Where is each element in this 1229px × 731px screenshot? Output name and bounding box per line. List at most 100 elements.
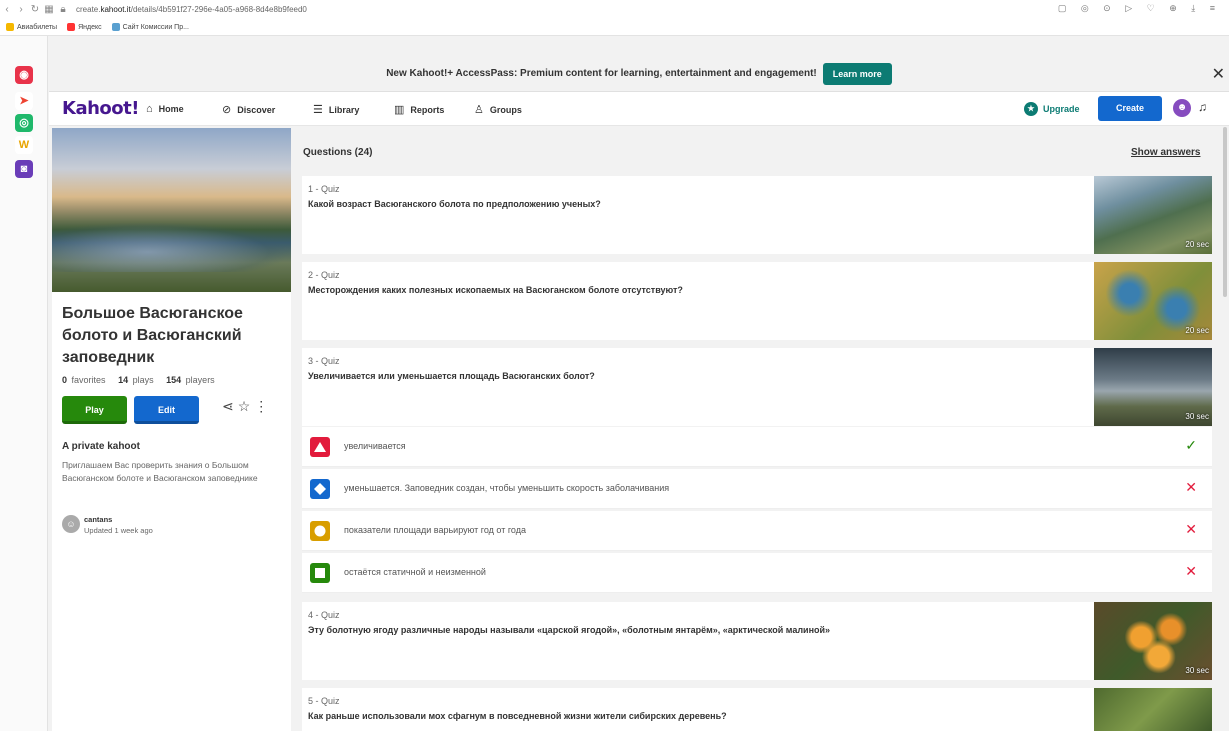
time-limit: 30 sec: [1185, 412, 1209, 421]
user-avatar[interactable]: ☻: [1173, 99, 1191, 117]
close-icon[interactable]: ✕: [1212, 64, 1225, 84]
triangle-icon: [310, 437, 330, 457]
browser-toolbar-icons[interactable]: ▢ ◎ ⊙ ▷ ♡ ⊕ ⤓ ≡: [1058, 3, 1221, 14]
bookmark-label: Яндекс: [78, 23, 102, 31]
bookmark-label: Авиабилеты: [17, 23, 58, 31]
answer-option: увеличивается ✓: [302, 427, 1212, 467]
chart-icon: ▥: [394, 104, 405, 116]
questions-header: Questions (24): [303, 147, 373, 158]
app-icon-2[interactable]: ➤: [15, 92, 33, 110]
bookmarks-bar: Авиабилеты Яндекс Сайт Комиссии Пр...: [6, 20, 189, 34]
circle-icon: [310, 521, 330, 541]
url-prefix: create.: [76, 4, 101, 14]
nav-library[interactable]: ☰ Library: [313, 103, 359, 116]
question-type: 1 - Quiz: [308, 184, 340, 194]
nav-label: Reports: [410, 104, 445, 115]
kahoot-info-panel: Большое Васюганское болото и Васюганский…: [52, 128, 291, 731]
back-icon[interactable]: ‹: [0, 4, 14, 15]
question-card[interactable]: 3 - Quiz Увеличивается или уменьшается п…: [302, 348, 1212, 426]
kahoot-title: Большое Васюганское болото и Васюганский…: [62, 305, 243, 366]
creator-name[interactable]: cantans: [84, 515, 112, 524]
list-icon: ☰: [313, 104, 323, 116]
question-type: 2 - Quiz: [308, 270, 340, 280]
visibility-label: A private kahoot: [62, 441, 140, 452]
question-text: Эту болотную ягоду различные народы назы…: [308, 625, 831, 635]
question-type: 4 - Quiz: [308, 610, 340, 620]
share-icon[interactable]: ⋖: [222, 398, 238, 414]
question-card[interactable]: 5 - Quiz Как раньше использовали мох сфа…: [302, 688, 1212, 731]
app-icon-3[interactable]: ◎: [15, 114, 33, 132]
kahoot-description: Приглашаем Вас проверить знания о Большо…: [62, 460, 258, 483]
nav-groups[interactable]: ♙ Groups: [474, 103, 522, 116]
promo-banner: New Kahoot!+ AccessPass: Premium content…: [49, 56, 1229, 92]
wrong-cross-icon: ✕: [1185, 521, 1197, 537]
square-icon: [310, 563, 330, 583]
url-domain: kahoot.it: [100, 4, 131, 14]
nav-reports[interactable]: ▥ Reports: [394, 103, 444, 116]
bookmark-yandex[interactable]: Яндекс: [67, 23, 102, 31]
kahoot-logo[interactable]: Kahoot!: [62, 98, 139, 119]
time-limit: 30 sec: [1185, 666, 1209, 675]
question-card[interactable]: 2 - Quiz Месторождения каких полезных ис…: [302, 262, 1212, 340]
bell-icon[interactable]: ♫: [1198, 100, 1207, 114]
nav-discover[interactable]: ⊘ Discover: [222, 103, 275, 116]
answer-option: уменьшается. Заповедник создан, чтобы ум…: [302, 469, 1212, 509]
question-image: 20 sec: [1094, 262, 1212, 340]
favorite-star-icon[interactable]: ☆: [238, 398, 255, 414]
wrong-cross-icon: ✕: [1185, 563, 1197, 579]
nav-home[interactable]: ⌂ Home: [146, 103, 184, 115]
url-path: /details/4b591f27-296e-4a05-a968-8d4e8b9…: [130, 4, 307, 14]
answer-option: показатели площади варьируют год от года…: [302, 511, 1212, 551]
question-text: Месторождения каких полезных ископаемых …: [308, 285, 683, 295]
bookmark-aviabilety[interactable]: Авиабилеты: [6, 23, 57, 31]
browser-app-sidebar: ◉ ➤ ◎ W ◙: [0, 36, 48, 731]
upgrade-button[interactable]: ★ Upgrade: [1024, 102, 1080, 116]
players-count: 154: [166, 375, 182, 385]
favorites-label: favorites: [71, 375, 106, 385]
players-label: players: [185, 375, 215, 385]
forward-icon[interactable]: ›: [14, 4, 28, 15]
nav-label: Discover: [237, 104, 276, 115]
show-answers-link[interactable]: Show answers: [1131, 147, 1200, 158]
answer-text: увеличивается: [344, 441, 406, 451]
upgrade-label: Upgrade: [1043, 104, 1080, 114]
question-card[interactable]: 1 - Quiz Какой возраст Васюганского боло…: [302, 176, 1212, 254]
kahoot-actions: ⋖☆⋮: [222, 398, 272, 415]
kahoot-stats: 0 favorites 14 plays 154 players: [62, 375, 225, 385]
url-bar[interactable]: create.kahoot.it/details/4b591f27-296e-4…: [76, 5, 307, 14]
time-limit: 20 sec: [1185, 240, 1209, 249]
app-icon-5[interactable]: ◙: [15, 160, 33, 178]
star-icon: ★: [1024, 102, 1038, 116]
page-scrollbar[interactable]: [1222, 127, 1228, 731]
question-image: 30 sec: [1094, 602, 1212, 680]
group-icon: ♙: [474, 104, 484, 116]
question-text: Какой возраст Васюганского болота по пре…: [308, 199, 601, 209]
edit-button[interactable]: Edit: [134, 396, 199, 424]
creator-avatar[interactable]: ☺: [62, 515, 80, 533]
app-icon-1[interactable]: ◉: [15, 66, 33, 84]
answer-text: остаётся статичной и неизменной: [344, 567, 486, 577]
correct-check-icon: ✓: [1185, 437, 1197, 453]
question-image: 20 sec: [1094, 176, 1212, 254]
time-limit: 20 sec: [1185, 326, 1209, 335]
learn-more-button[interactable]: Learn more: [822, 62, 892, 85]
nav-label: Home: [158, 104, 184, 114]
bookmark-commission[interactable]: Сайт Комиссии Пр...: [111, 23, 189, 31]
question-image: [1094, 688, 1212, 731]
reload-icon[interactable]: ↻: [28, 4, 42, 15]
question-card[interactable]: 4 - Quiz Эту болотную ягоду различные на…: [302, 602, 1212, 680]
more-options-icon[interactable]: ⋮: [254, 398, 272, 414]
scrollbar-thumb[interactable]: [1223, 127, 1227, 297]
apps-icon[interactable]: ▦: [42, 4, 56, 15]
wrong-cross-icon: ✕: [1185, 479, 1197, 495]
updated-time: Updated 1 week ago: [84, 526, 153, 535]
nav-label: Library: [328, 104, 360, 115]
browser-chrome: ‹ › ↻ ▦ 🔒︎ create.kahoot.it/details/4b59…: [0, 0, 1229, 36]
play-button[interactable]: Play: [62, 396, 127, 424]
question-text: Увеличивается или уменьшается площадь Ва…: [308, 371, 595, 381]
lock-icon: 🔒︎: [60, 3, 66, 15]
create-button[interactable]: Create: [1098, 96, 1162, 121]
plays-label: plays: [132, 375, 154, 385]
cover-image: [52, 128, 291, 292]
app-icon-4[interactable]: W: [15, 136, 33, 154]
